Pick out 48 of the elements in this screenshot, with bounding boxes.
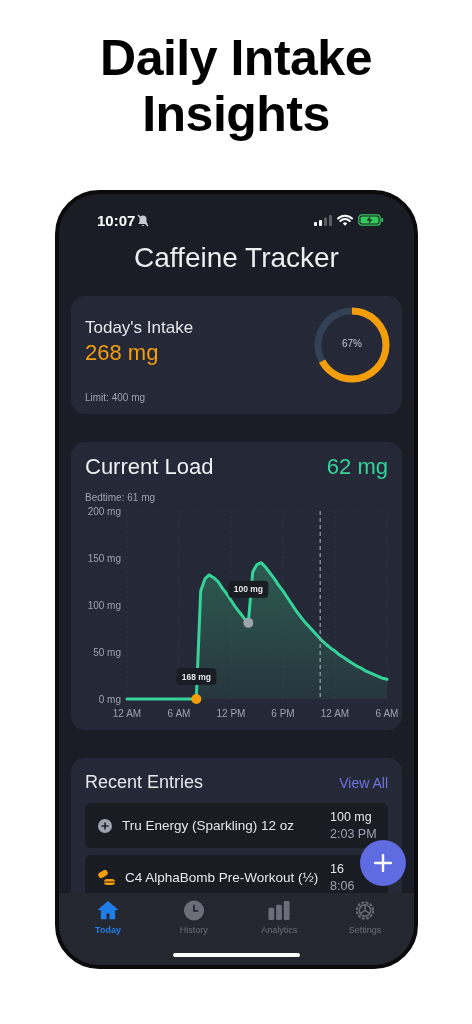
- bedtime-text: Bedtime: 61 mg: [85, 492, 157, 503]
- entry-amount: 100 mg: [330, 810, 372, 824]
- y-tick-label: 0 mg: [98, 694, 121, 705]
- card-title: Recent Entries: [85, 772, 204, 793]
- y-tick-label: 200 mg: [87, 506, 121, 517]
- entry-time: 2:03 PM: [330, 827, 377, 841]
- battery-icon: [358, 214, 384, 226]
- bell-slash-icon: [137, 213, 150, 227]
- app-title: Caffeine Tracker: [133, 242, 340, 275]
- card-title: Current Load: [85, 454, 214, 480]
- entry-amount: 16: [330, 862, 344, 876]
- bar-chart-icon: [267, 899, 292, 922]
- headline: Daily Intake Insights: [99, 30, 373, 142]
- entry-time: 8:06: [330, 879, 355, 893]
- card-title: Today's Intake: [85, 318, 194, 338]
- entry-name: Tru Energy (Sparkling) 12 oz: [122, 818, 296, 833]
- limit-text: Limit: 400 mg: [85, 392, 147, 403]
- value-tooltip: [176, 668, 217, 685]
- x-tick-label: 6 AM: [167, 708, 191, 719]
- clock-icon: [181, 899, 206, 922]
- y-tick-label: 50 mg: [93, 647, 121, 658]
- plus-icon: [374, 854, 392, 872]
- tooltip-label: 168 mg: [181, 671, 211, 682]
- intake-amount: 268 mg: [85, 340, 160, 366]
- view-all-link[interactable]: View All: [339, 775, 388, 791]
- percent-label: 67%: [341, 338, 363, 349]
- tab[interactable]: Today: [75, 893, 141, 935]
- load-amount: 62 mg: [326, 454, 388, 480]
- x-tick-label: 12 AM: [112, 708, 142, 719]
- value-tooltip: [228, 580, 269, 598]
- y-tick-label: 150 mg: [87, 553, 121, 564]
- plus-circle-icon: [97, 817, 113, 834]
- entry-row[interactable]: Tru Energy (Sparkling) 12 oz 100 mg 2:03 PM: [85, 803, 388, 848]
- pills-icon: [97, 869, 116, 886]
- home-icon: [96, 899, 120, 922]
- tab[interactable]: Settings: [331, 893, 398, 935]
- tab[interactable]: Analytics: [246, 893, 313, 935]
- entry-name: C4 AlphaBomb Pre-Workout (½): [125, 870, 320, 885]
- x-tick-label: 12 AM: [320, 708, 350, 719]
- y-tick-label: 100 mg: [87, 600, 121, 611]
- signal-icon: [314, 214, 332, 226]
- x-tick-label: 6 AM: [375, 708, 399, 719]
- tooltip-label: 100 mg: [233, 584, 263, 595]
- x-tick-label: 6 PM: [271, 708, 295, 719]
- status-time: 10:07: [97, 211, 136, 229]
- tab[interactable]: History: [160, 893, 227, 935]
- wifi-icon: [337, 214, 353, 226]
- x-tick-label: 12 PM: [216, 708, 246, 719]
